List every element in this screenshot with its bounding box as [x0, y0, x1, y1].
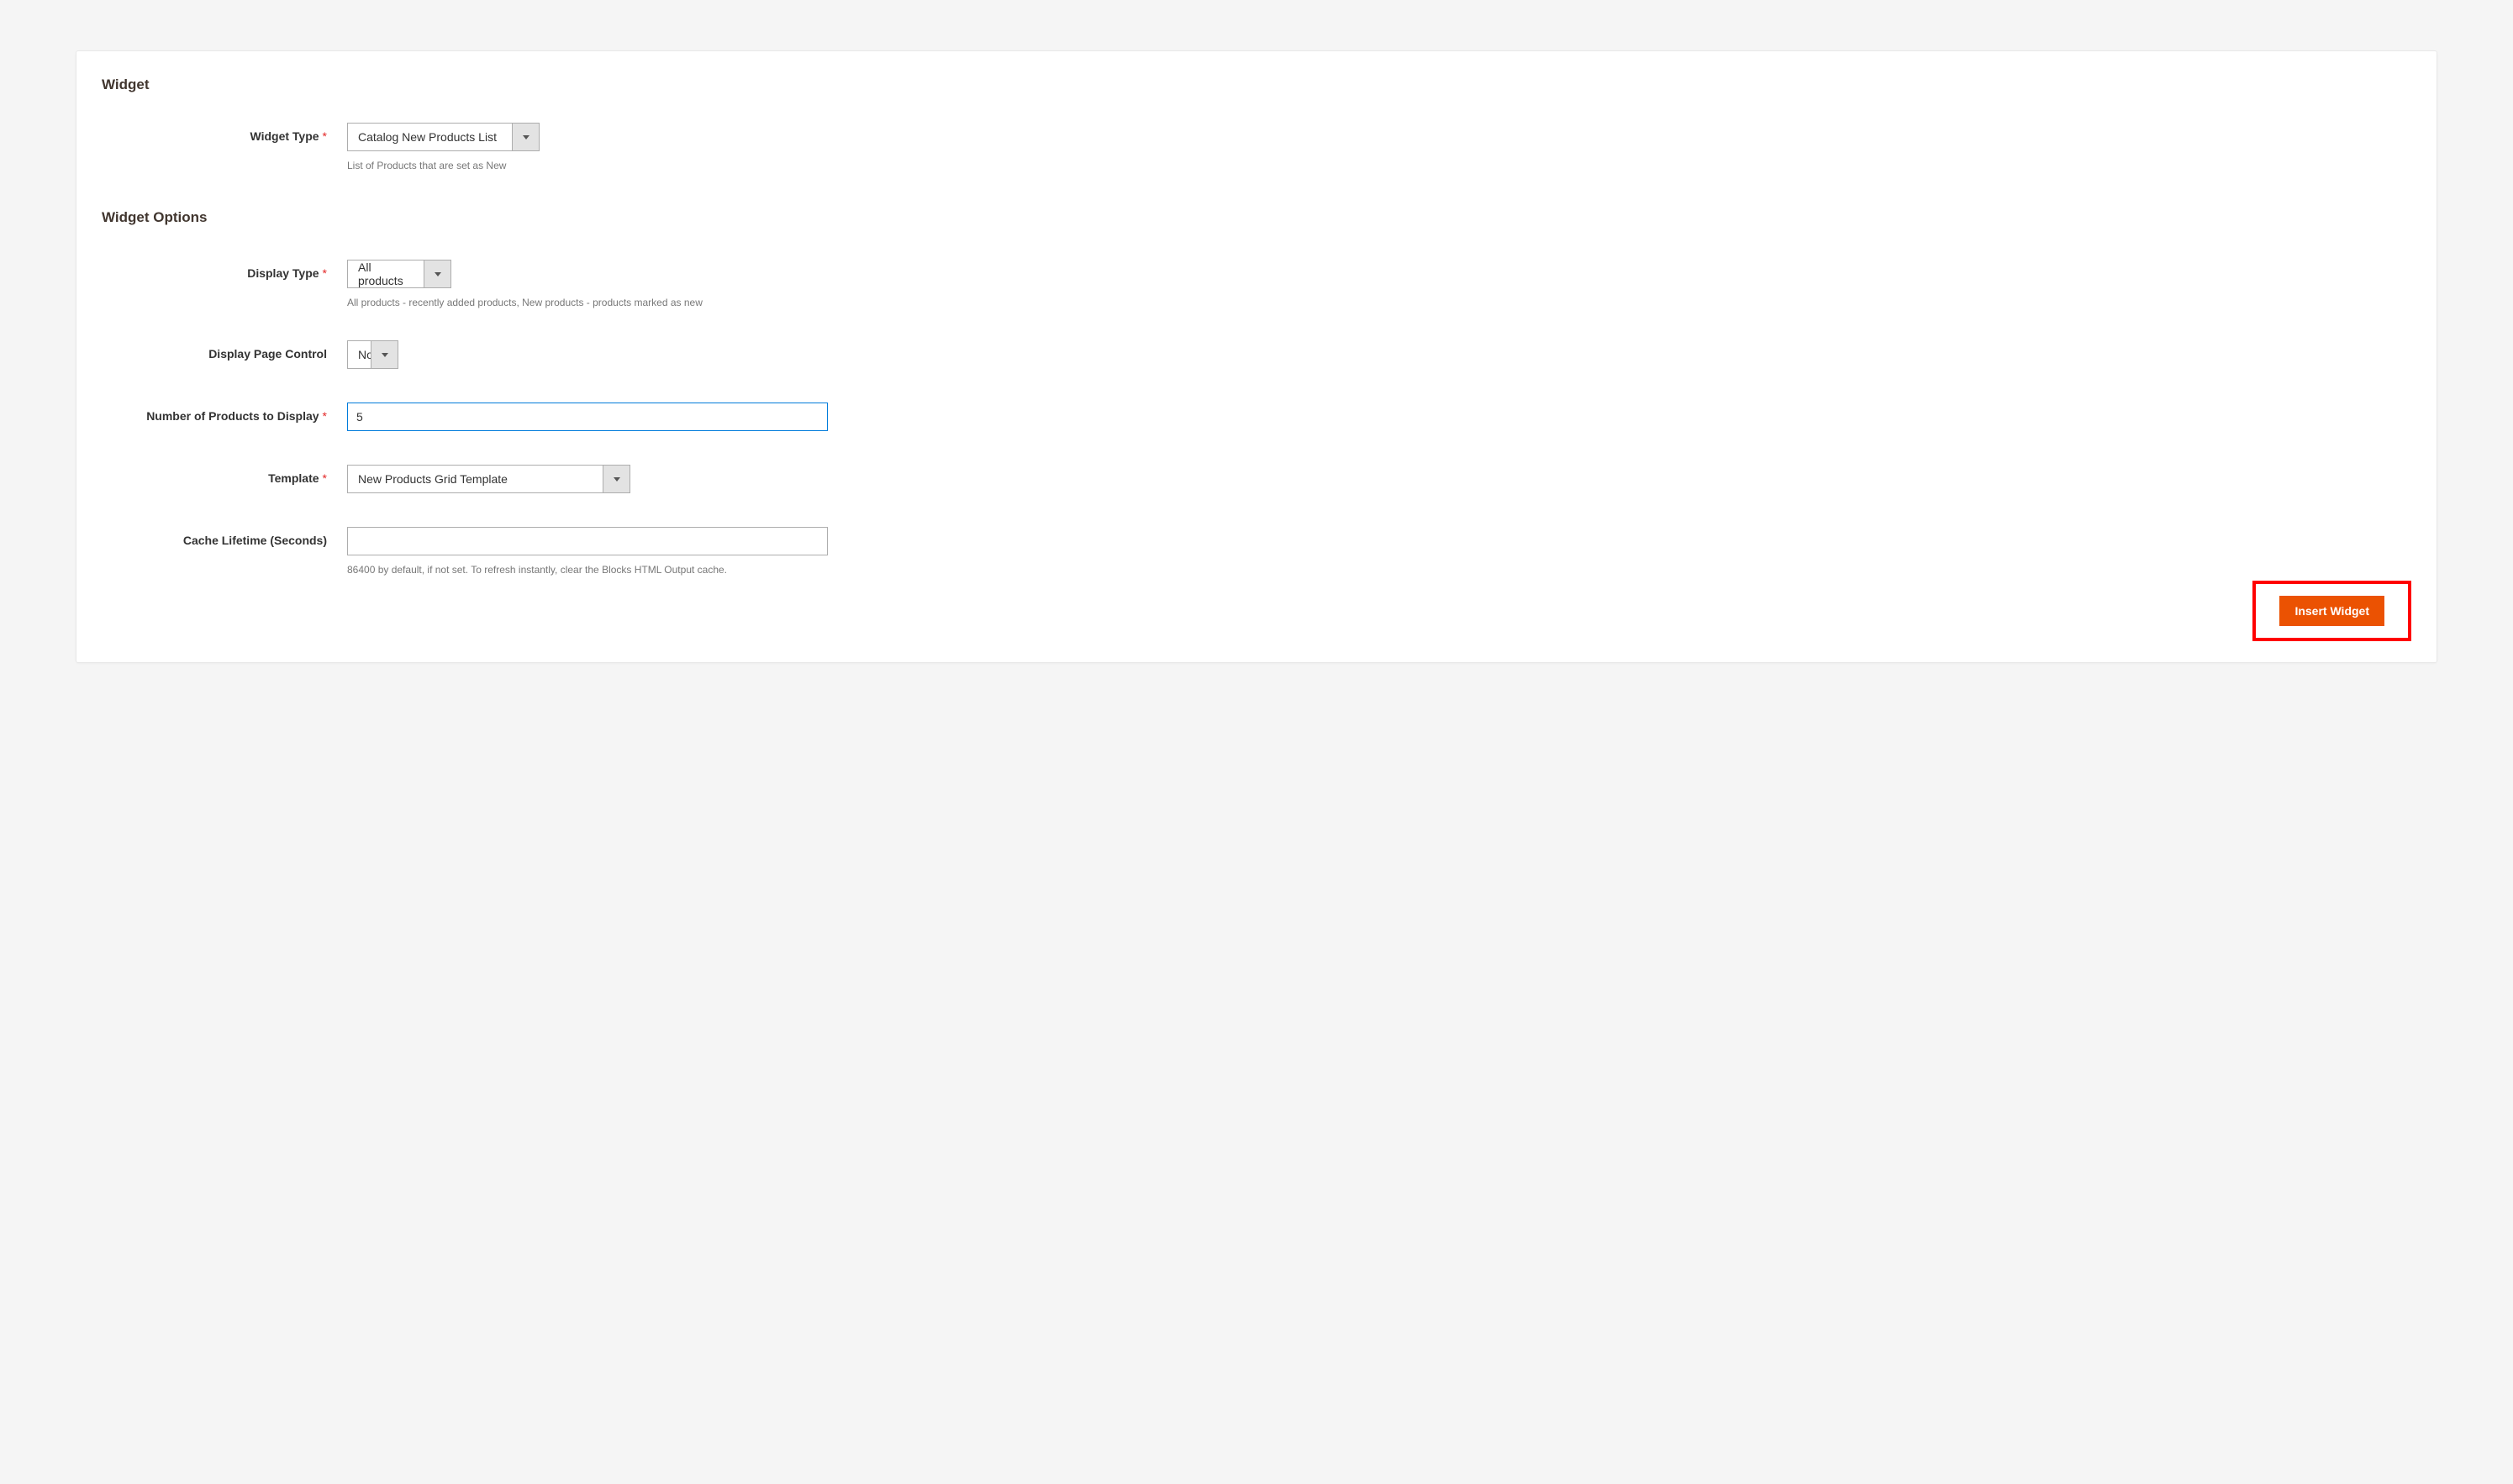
template-row: Template* New Products Grid Template: [102, 465, 2411, 493]
num-products-input[interactable]: [347, 403, 828, 431]
display-type-note: All products - recently added products, …: [347, 297, 2411, 308]
chevron-down-icon: [603, 466, 630, 492]
required-asterisk: *: [323, 409, 327, 423]
widget-section-title: Widget: [102, 76, 2411, 93]
insert-widget-button[interactable]: Insert Widget: [2279, 596, 2384, 626]
widget-type-row: Widget Type* Catalog New Products List: [102, 123, 2411, 151]
chevron-down-icon: [512, 124, 539, 150]
widget-type-label: Widget Type*: [102, 123, 347, 143]
chevron-down-icon: [371, 341, 398, 368]
button-row: Insert Widget: [102, 581, 2411, 641]
cache-label: Cache Lifetime (Seconds): [102, 527, 347, 547]
cache-input[interactable]: [347, 527, 828, 555]
required-asterisk: *: [323, 129, 327, 143]
widget-type-note: List of Products that are set as New: [347, 160, 2411, 171]
num-products-row: Number of Products to Display*: [102, 403, 2411, 431]
page-control-label: Display Page Control: [102, 340, 347, 360]
widget-options-title: Widget Options: [102, 209, 2411, 226]
cache-note: 86400 by default, if not set. To refresh…: [347, 564, 2411, 576]
template-label: Template*: [102, 465, 347, 485]
display-type-select[interactable]: All products: [347, 260, 451, 288]
widget-type-select[interactable]: Catalog New Products List: [347, 123, 540, 151]
chevron-down-icon: [424, 260, 450, 287]
required-asterisk: *: [323, 266, 327, 280]
template-select[interactable]: New Products Grid Template: [347, 465, 630, 493]
widget-insert-panel: Widget Widget Type* Catalog New Products…: [76, 50, 2437, 663]
cache-row: Cache Lifetime (Seconds): [102, 527, 2411, 555]
display-type-row: Display Type* All products: [102, 260, 2411, 288]
display-type-label: Display Type*: [102, 260, 347, 280]
page-control-select[interactable]: No: [347, 340, 398, 369]
page-control-row: Display Page Control No: [102, 340, 2411, 369]
required-asterisk: *: [323, 471, 327, 485]
insert-widget-highlight: Insert Widget: [2252, 581, 2411, 641]
num-products-label: Number of Products to Display*: [102, 403, 347, 423]
